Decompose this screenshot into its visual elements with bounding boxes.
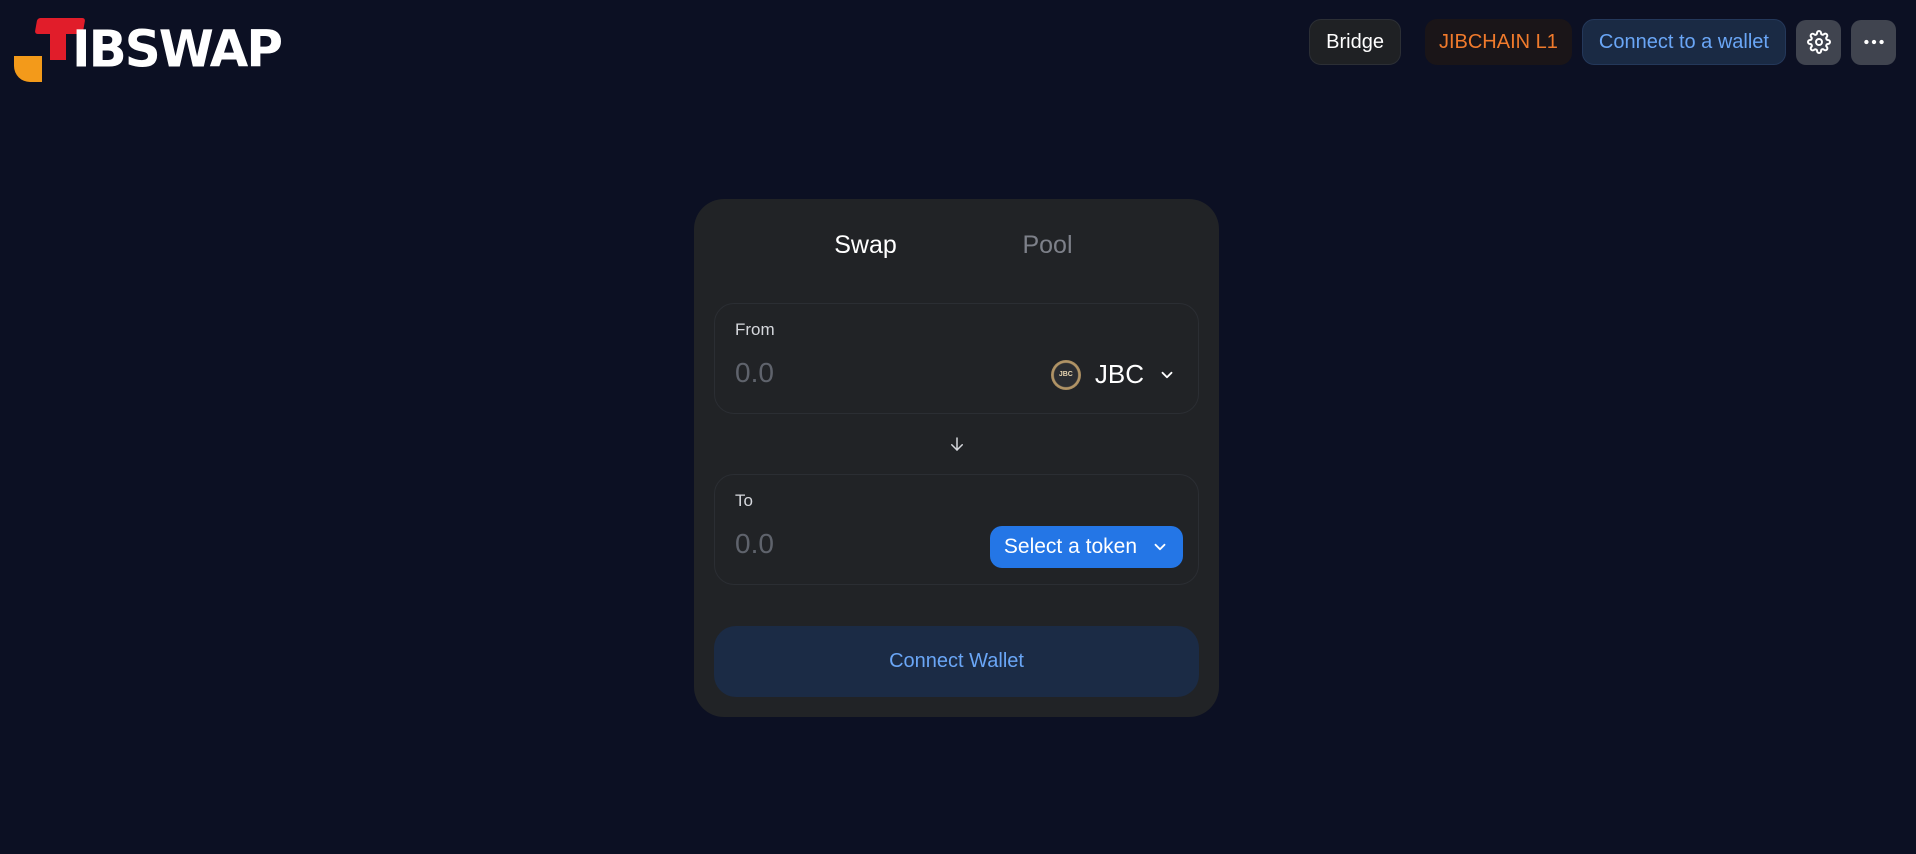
from-label: From — [735, 320, 775, 339]
more-menu-button[interactable] — [1851, 19, 1896, 65]
swap-card: Swap Pool From JBC JBC To — [694, 199, 1219, 717]
from-panel: From JBC JBC — [714, 303, 1199, 414]
select-token-button[interactable]: Select a token — [989, 526, 1183, 568]
page: IBSWAP Bridge JIBCHAIN L1 Connect to a w… — [0, 0, 1916, 854]
gear-icon — [1806, 30, 1831, 54]
jbc-token-icon: JBC — [1050, 359, 1081, 390]
to-amount-input[interactable] — [735, 528, 975, 560]
bridge-button[interactable]: Bridge — [1309, 19, 1401, 65]
from-token-symbol: JBC — [1094, 359, 1144, 389]
header-actions: Bridge JIBCHAIN L1 Connect to a wallet — [1309, 19, 1896, 65]
chevron-down-icon — [1154, 543, 1166, 551]
network-selector-button[interactable]: JIBCHAIN L1 — [1424, 19, 1572, 65]
settings-button[interactable] — [1796, 19, 1841, 65]
from-amount-input[interactable] — [735, 357, 975, 389]
swap-tabs: Swap Pool — [694, 231, 1219, 260]
to-label: To — [735, 491, 753, 510]
select-token-label: Select a token — [1003, 535, 1137, 558]
connect-wallet-header-button[interactable]: Connect to a wallet — [1581, 19, 1786, 65]
to-panel: To Select a token — [714, 474, 1199, 585]
connect-wallet-button[interactable]: Connect Wallet — [714, 626, 1199, 697]
arrow-down-icon — [951, 437, 963, 451]
jibswap-logo[interactable]: IBSWAP — [14, 16, 283, 82]
logo-mark-icon — [14, 16, 86, 82]
logo-text: IBSWAP — [72, 19, 283, 79]
tab-pool[interactable]: Pool — [957, 231, 1139, 260]
tab-swap[interactable]: Swap — [775, 231, 957, 260]
more-horizontal-icon — [1863, 39, 1884, 45]
switch-direction-button[interactable] — [946, 433, 968, 455]
from-token-selector[interactable]: JBC JBC — [1050, 359, 1176, 390]
chevron-down-icon — [1161, 371, 1173, 378]
